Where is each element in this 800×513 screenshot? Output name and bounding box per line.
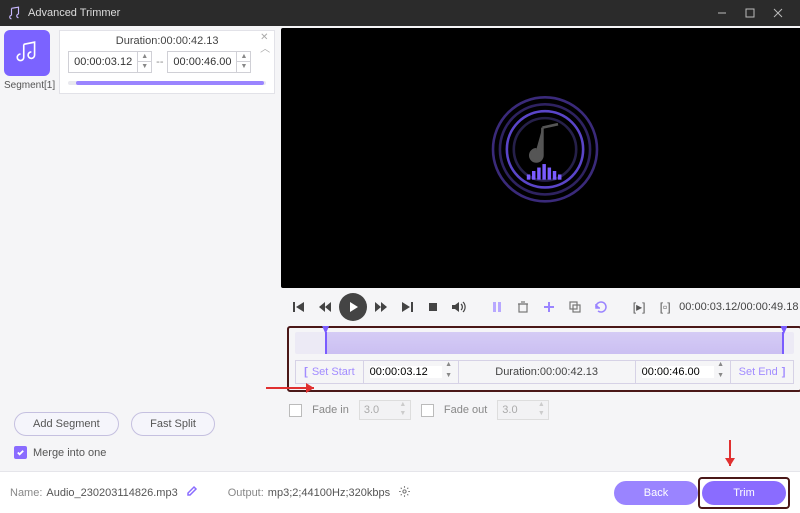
trim-timeline[interactable] [295, 332, 794, 354]
segment-duration: Duration:00:00:42.13 [68, 35, 266, 47]
segment-label: Segment[1] [4, 80, 55, 91]
preview-player [281, 28, 800, 288]
segment-end-input[interactable]: ▲▼ [167, 51, 251, 73]
back-button[interactable]: Back [614, 481, 698, 505]
segment-card: ✕ ︿ Duration:00:00:42.13 ▲▼ -- ▲▼ [59, 30, 275, 94]
go-start-button[interactable] [287, 295, 311, 319]
title-bar: Advanced Trimmer [0, 0, 800, 26]
edit-name-icon[interactable] [186, 485, 198, 500]
app-logo-icon [8, 6, 22, 20]
undo-button[interactable] [589, 295, 613, 319]
close-button[interactable] [764, 0, 792, 26]
bracket-play-button[interactable]: [▸] [627, 295, 651, 319]
name-label: Name: [10, 487, 42, 499]
copy-button[interactable] [563, 295, 587, 319]
fade-out-checkbox[interactable] [421, 404, 434, 417]
go-end-button[interactable] [395, 295, 419, 319]
play-button[interactable] [339, 293, 367, 321]
merge-checkbox[interactable]: Merge into one [14, 446, 265, 459]
set-end-button[interactable]: Set End] [730, 361, 794, 383]
fade-row: Fade in ▲▼ Fade out ▲▼ [289, 400, 800, 420]
fade-out-label: Fade out [444, 404, 487, 416]
segment-range-slider[interactable] [68, 81, 266, 85]
footer-bar: Name: Audio_230203114826.mp3 Output: mp3… [0, 471, 800, 513]
segment-thumbnail[interactable] [4, 30, 50, 76]
fade-out-input[interactable]: ▲▼ [497, 400, 549, 420]
fast-split-button[interactable]: Fast Split [131, 412, 215, 436]
step-back-button[interactable] [313, 295, 337, 319]
album-art-icon [480, 93, 610, 223]
transport-bar: [▸] [▫] 00:00:03.12/00:00:49.18 [281, 288, 800, 326]
bracket-stop-button[interactable]: [▫] [653, 295, 677, 319]
output-value: mp3;2;44100Hz;320kbps [268, 487, 390, 499]
add-marker-button[interactable] [537, 295, 561, 319]
volume-button[interactable] [447, 295, 471, 319]
step-forward-button[interactable] [369, 295, 393, 319]
trim-start-input[interactable]: ▲▼ [364, 361, 459, 383]
segment-collapse-icon[interactable]: ︿ [260, 45, 270, 55]
set-start-button[interactable]: [Set Start [296, 361, 363, 383]
output-settings-icon[interactable] [398, 485, 411, 501]
segment-start-input[interactable]: ▲▼ [68, 51, 152, 73]
add-segment-button[interactable]: Add Segment [14, 412, 119, 436]
trim-button-highlight: Trim [698, 477, 790, 509]
stop-button[interactable] [421, 295, 445, 319]
check-icon [14, 446, 27, 459]
trim-duration: Duration:00:00:42.13 [459, 361, 636, 383]
output-label: Output: [228, 487, 264, 499]
segments-panel: Segment[1] ✕ ︿ Duration:00:00:42.13 ▲▼ -… [0, 26, 279, 471]
trim-button[interactable]: Trim [702, 481, 786, 505]
trim-end-input[interactable]: ▲▼ [636, 361, 730, 383]
trim-panel: [Set Start ▲▼ Duration:00:00:42.13 ▲▼ Se… [287, 326, 800, 392]
time-display: 00:00:03.12/00:00:49.18 [679, 301, 800, 313]
fade-in-input[interactable]: ▲▼ [359, 400, 411, 420]
segment-remove-icon[interactable]: ✕ [260, 33, 270, 43]
window-title: Advanced Trimmer [28, 7, 120, 19]
mark-in-button[interactable] [485, 295, 509, 319]
minimize-button[interactable] [708, 0, 736, 26]
name-value: Audio_230203114826.mp3 [46, 487, 177, 499]
fade-in-label: Fade in [312, 404, 349, 416]
maximize-button[interactable] [736, 0, 764, 26]
delete-button[interactable] [511, 295, 535, 319]
fade-in-checkbox[interactable] [289, 404, 302, 417]
